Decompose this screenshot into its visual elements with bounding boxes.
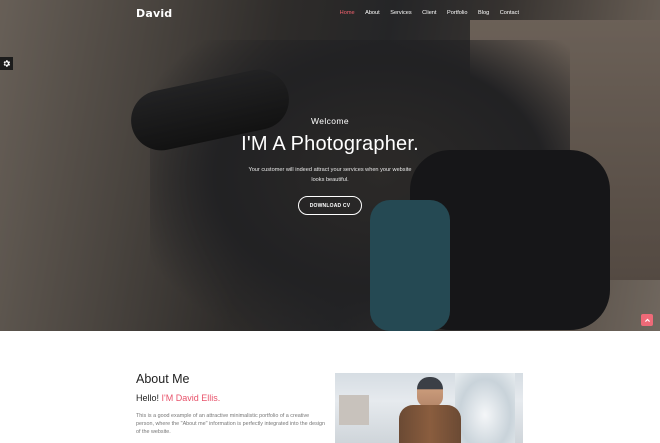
photo-person-head <box>417 377 443 407</box>
hero-section: David Home About Services Client Portfol… <box>0 0 660 331</box>
photo-person-coat <box>399 405 461 443</box>
about-section: About Me Hello! I'M David Ellis. This is… <box>0 331 660 443</box>
download-cv-button[interactable]: DOWNLOAD CV <box>298 196 362 215</box>
nav-item-blog[interactable]: Blog <box>478 10 489 16</box>
nav-item-contact[interactable]: Contact <box>500 10 519 16</box>
gear-icon <box>3 60 11 67</box>
nav-item-client[interactable]: Client <box>422 10 436 16</box>
about-photo <box>335 373 523 443</box>
nav-menu: Home About Services Client Portfolio Blo… <box>329 10 519 16</box>
hero-subtitle-line2: looks beautiful. <box>311 177 349 183</box>
hero-subtitle-line1: Your customer will indeed attract your s… <box>248 167 412 173</box>
hero-subtitle: Your customer will indeed attract your s… <box>0 165 660 185</box>
hero-welcome: Welcome <box>310 116 350 126</box>
hero-title: I'M A Photographer. <box>241 133 419 155</box>
about-greeting: Hello! I'M David Ellis. <box>136 393 220 403</box>
scroll-top-button[interactable] <box>641 314 653 326</box>
photo-house-left <box>339 395 369 425</box>
about-description: This is a good example of an attractive … <box>136 413 326 436</box>
photo-tree-right <box>455 373 515 443</box>
chevron-up-icon <box>644 318 650 322</box>
settings-button[interactable] <box>0 57 13 70</box>
brand-logo[interactable]: David <box>136 7 172 20</box>
about-hello-text: Hello! <box>136 393 160 403</box>
navbar: David Home About Services Client Portfol… <box>0 0 660 28</box>
nav-item-home[interactable]: Home <box>340 10 355 16</box>
nav-item-portfolio[interactable]: Portfolio <box>447 10 468 16</box>
nav-item-about[interactable]: About <box>365 10 380 16</box>
about-title: About Me <box>136 372 190 386</box>
about-name: I'M David Ellis. <box>161 393 221 403</box>
nav-item-services[interactable]: Services <box>390 10 411 16</box>
